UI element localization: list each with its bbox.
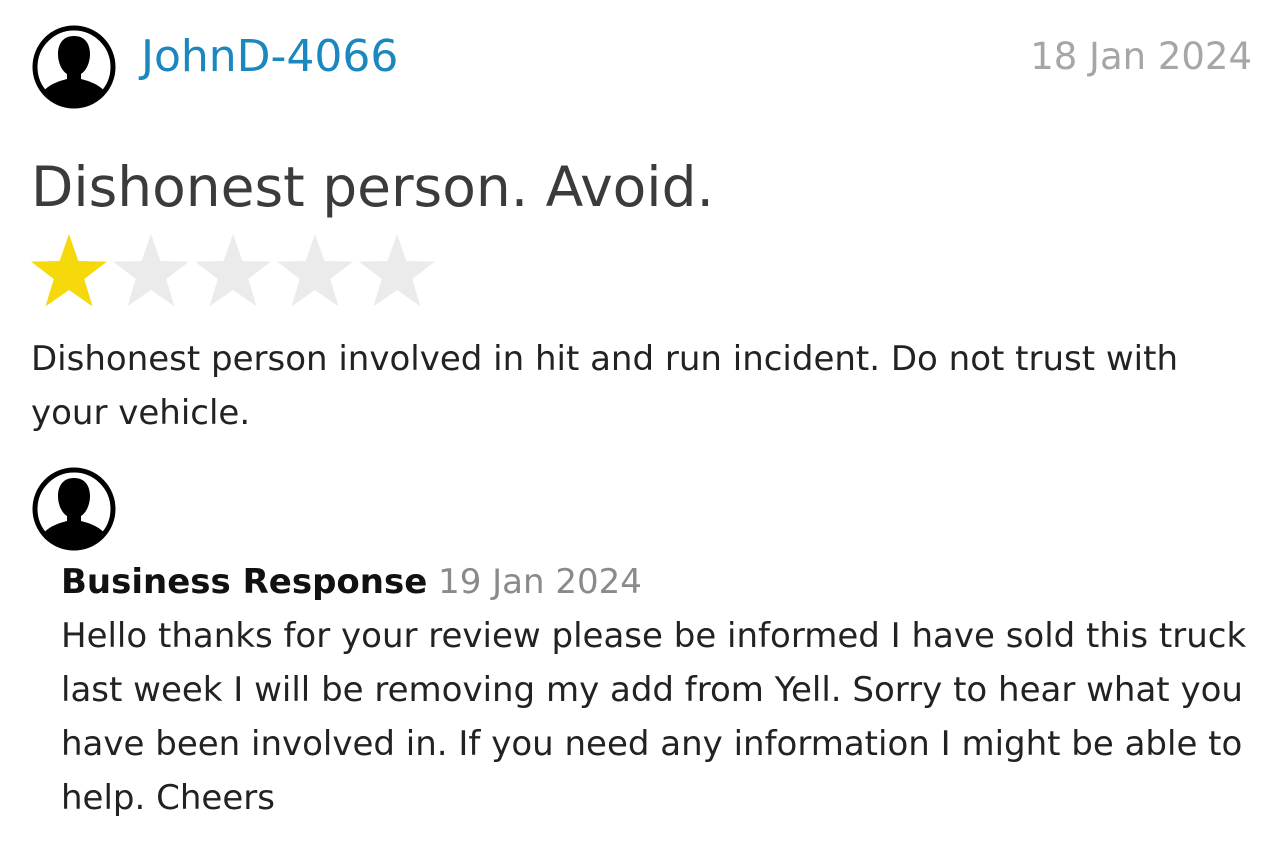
business-response-date: 19 Jan 2024: [438, 562, 642, 602]
review-title: Dishonest person. Avoid.: [31, 155, 714, 219]
business-response-label: Business Response: [61, 562, 428, 602]
review-body: Dishonest person involved in hit and run…: [31, 339, 1179, 433]
review-date: 18 Jan 2024: [1030, 35, 1252, 78]
business-avatar-icon: [31, 466, 117, 552]
star-empty-icon: [112, 234, 190, 307]
reviewer-avatar-icon: [31, 24, 117, 110]
star-rating: [28, 232, 438, 312]
star-empty-icon: [194, 234, 272, 307]
star-empty-icon: [358, 234, 436, 307]
star-empty-icon: [276, 234, 354, 307]
business-response-header: Business Response 19 Jan 2024: [61, 555, 1261, 609]
business-response: Business Response 19 Jan 2024 Hello than…: [61, 555, 1261, 825]
star-filled-icon: [30, 234, 108, 307]
business-response-body: Hello thanks for your review please be i…: [61, 616, 1247, 818]
reviewer-name-link[interactable]: JohnD-4066: [141, 27, 398, 87]
